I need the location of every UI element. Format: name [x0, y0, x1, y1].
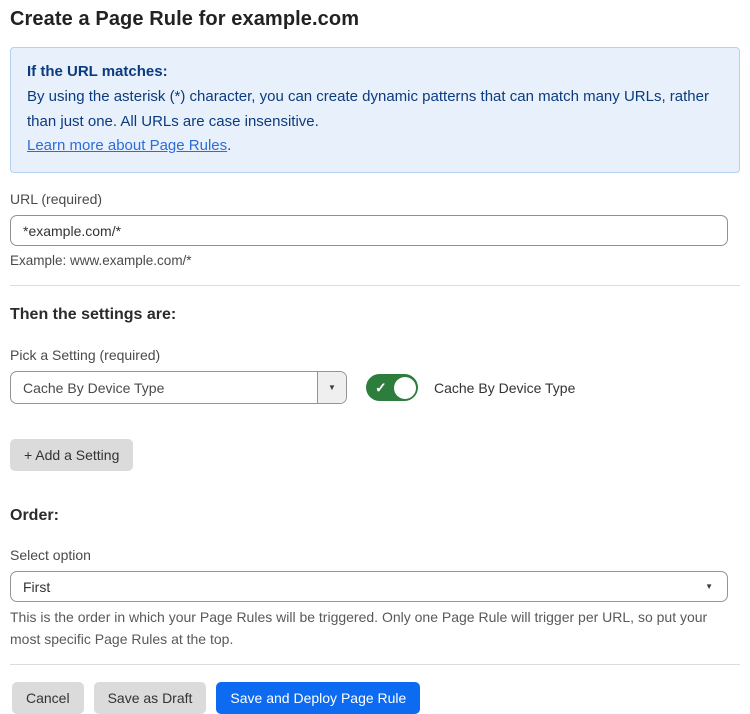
setting-row: Cache By Device Type ▼ ✓ Cache By Device…: [10, 371, 740, 404]
section-divider: [10, 285, 740, 286]
chevron-down-icon: ▼: [328, 384, 336, 392]
chevron-down-icon: ▼: [705, 583, 713, 591]
pick-setting-label: Pick a Setting (required): [10, 347, 740, 363]
link-suffix: .: [227, 137, 231, 154]
order-section-heading: Order:: [10, 507, 740, 525]
select-option-label: Select option: [10, 547, 740, 563]
order-helper-text: This is the order in which your Page Rul…: [10, 607, 734, 650]
create-page-rule-form: Create a Page Rule for example.com If th…: [0, 0, 750, 688]
order-select-value: First: [23, 579, 705, 595]
check-icon: ✓: [375, 380, 387, 394]
page-title: Create a Page Rule for example.com: [10, 8, 740, 31]
add-setting-button[interactable]: + Add a Setting: [10, 439, 133, 471]
setting-select-value: Cache By Device Type: [11, 372, 317, 403]
url-example-helper: Example: www.example.com/*: [10, 253, 740, 268]
footer-actions: Cancel Save as Draft Save and Deploy Pag…: [10, 682, 740, 714]
toggle-knob: [394, 377, 416, 399]
url-match-info-box: If the URL matches: By using the asteris…: [10, 47, 740, 173]
info-box-body: By using the asterisk (*) character, you…: [27, 85, 723, 135]
url-field-label: URL (required): [10, 191, 740, 207]
learn-more-link[interactable]: Learn more about Page Rules: [27, 137, 227, 154]
info-box-heading: If the URL matches:: [27, 60, 723, 85]
order-select[interactable]: First ▼: [10, 571, 728, 602]
info-box-link-line: Learn more about Page Rules.: [27, 134, 723, 159]
setting-select[interactable]: Cache By Device Type ▼: [10, 371, 347, 404]
cache-by-device-toggle[interactable]: ✓: [366, 374, 418, 401]
footer-divider: [10, 664, 740, 665]
save-as-draft-button[interactable]: Save as Draft: [94, 682, 207, 714]
toggle-label: Cache By Device Type: [434, 380, 575, 396]
url-input[interactable]: [10, 215, 728, 246]
settings-section-heading: Then the settings are:: [10, 306, 740, 324]
setting-select-arrow-button[interactable]: ▼: [317, 372, 346, 403]
cancel-button[interactable]: Cancel: [12, 682, 84, 714]
save-and-deploy-button[interactable]: Save and Deploy Page Rule: [216, 682, 420, 714]
